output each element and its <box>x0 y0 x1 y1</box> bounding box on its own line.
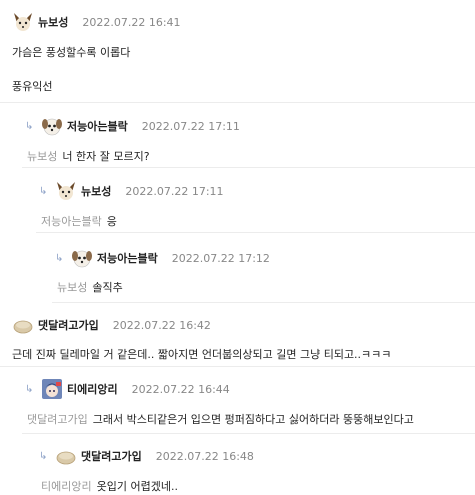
reply-arrow-icon: ↳ <box>39 450 48 462</box>
comment-text: 뉴보성 너 한자 잘 모르지? <box>27 150 150 163</box>
comment-text: 가슴은 풍성할수록 이롭다 풍유익선 <box>12 46 131 93</box>
fox-face-icon[interactable] <box>12 11 34 33</box>
comment-item: 뉴보성 2022.07.22 16:41 가슴은 풍성할수록 이롭다 풍유익선 <box>0 0 475 103</box>
reply-item: ↳ 저능아는블락 2022.07.22 17:12 뉴보성 솔직추 <box>52 235 475 303</box>
anime-avatar-icon[interactable] <box>41 378 63 400</box>
dog-face-icon[interactable] <box>41 115 63 137</box>
fox-face-icon[interactable] <box>55 180 77 202</box>
comment-date: 2022.07.22 16:42 <box>112 318 211 332</box>
comment-date: 2022.07.22 16:48 <box>155 449 254 463</box>
reply-arrow-icon: ↳ <box>25 120 34 132</box>
comment-author[interactable]: 티에리앙리 <box>67 381 118 397</box>
dog-face-icon[interactable] <box>71 247 93 269</box>
comment-text: 뉴보성 솔직추 <box>57 281 123 294</box>
bread-icon[interactable] <box>55 445 77 467</box>
comment-date: 2022.07.22 17:11 <box>125 184 224 198</box>
mention-link[interactable]: 댓달려고가입 <box>27 413 88 426</box>
reply-arrow-icon: ↳ <box>39 185 48 197</box>
comment-item: 댓달려고가입 2022.07.22 16:42 근데 진짜 딜레마일 거 같은데… <box>0 305 475 367</box>
reply-arrow-icon: ↳ <box>25 383 34 395</box>
comment-text: 저능아는블락 응 <box>41 215 117 228</box>
mention-link[interactable]: 뉴보성 <box>27 150 57 163</box>
mention-link[interactable]: 뉴보성 <box>57 281 87 294</box>
comment-date: 2022.07.22 17:12 <box>171 251 270 265</box>
comment-date: 2022.07.22 16:41 <box>82 15 181 29</box>
reply-item: ↳ 저능아는블락 2022.07.22 17:11 뉴보성 너 한자 잘 모르지? <box>22 105 475 168</box>
reply-item: ↳ 댓달려고가입 2022.07.22 16:48 티에리앙리 옷입기 어렵겠네.… <box>36 436 475 494</box>
comment-author[interactable]: 저능아는블락 <box>97 250 158 266</box>
comment-text: 티에리앙리 옷입기 어렵겠네.. <box>41 480 178 493</box>
comment-text: 댓달려고가입 그래서 박스티같은거 입으면 펑퍼짐하다고 싫어하더라 뚱뚱해보인다… <box>27 413 414 426</box>
reply-item: ↳ 뉴보성 2022.07.22 17:11 저능아는블락 응 <box>36 170 475 233</box>
comment-author[interactable]: 댓달려고가입 <box>38 317 99 333</box>
comment-author[interactable]: 뉴보성 <box>38 14 68 30</box>
bread-icon[interactable] <box>12 314 34 336</box>
reply-item: ↳ 티에리앙리 2022.07.22 16:44 댓달려고가입 그래서 박스티같은… <box>22 369 475 434</box>
reply-arrow-icon: ↳ <box>55 252 64 264</box>
comment-author[interactable]: 저능아는블락 <box>67 118 128 134</box>
comment-text: 근데 진짜 딜레마일 거 같은데.. 짧아지면 언더붑의상되고 길면 그냥 티되… <box>12 348 392 361</box>
comment-date: 2022.07.22 17:11 <box>141 119 240 133</box>
comment-author[interactable]: 댓달려고가입 <box>81 448 142 464</box>
mention-link[interactable]: 티에리앙리 <box>41 480 92 493</box>
comment-author[interactable]: 뉴보성 <box>81 183 111 199</box>
comment-date: 2022.07.22 16:44 <box>131 382 230 396</box>
mention-link[interactable]: 저능아는블락 <box>41 215 102 228</box>
